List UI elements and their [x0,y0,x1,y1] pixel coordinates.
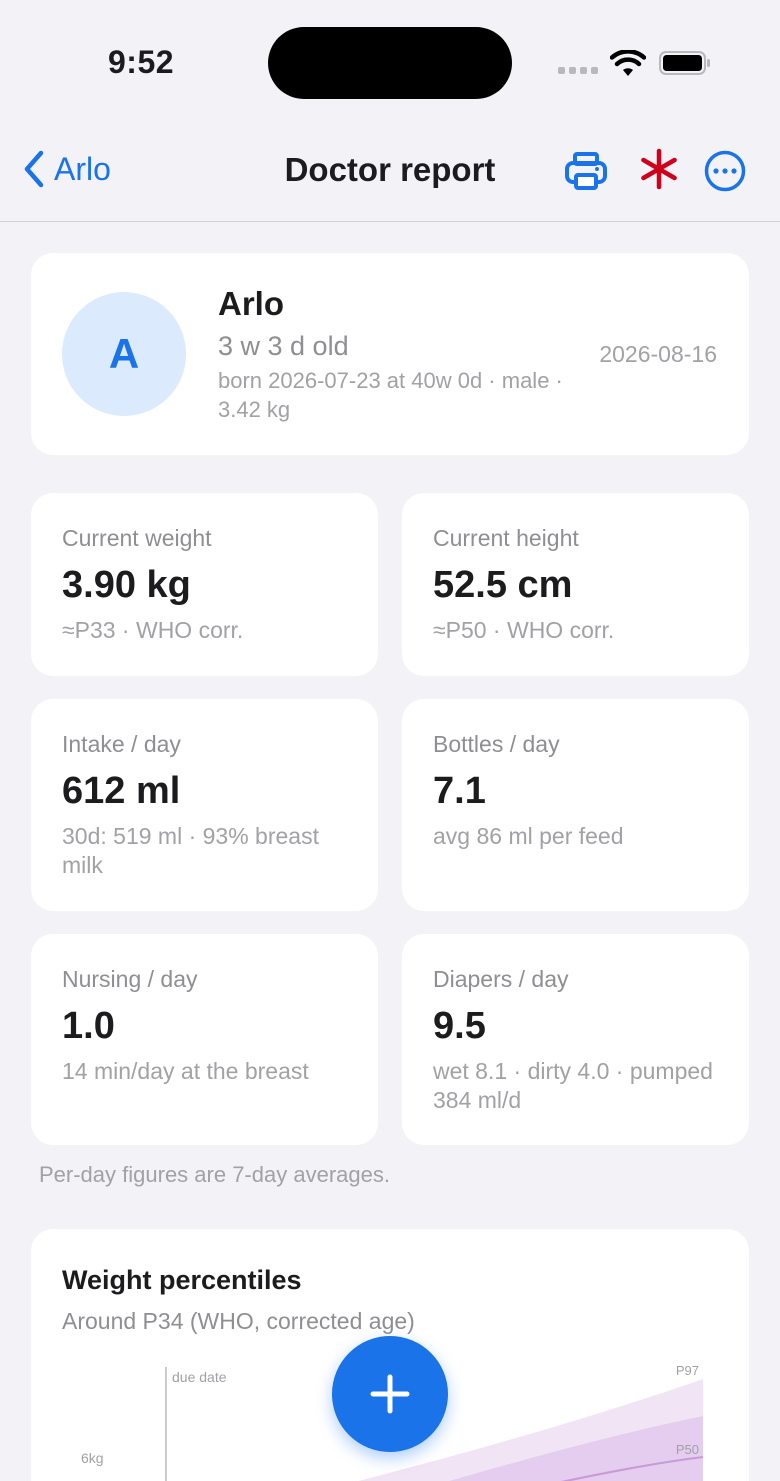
stat-subtext: ≈P50 · WHO corr. [433,617,615,643]
printer-icon[interactable] [563,148,609,194]
status-time: 9:52 [108,44,175,80]
stat-label: Current height [433,525,579,551]
asterisk-icon[interactable] [636,146,682,192]
stat-value: 7.1 [433,770,486,812]
plus-icon [370,1374,410,1414]
stat-card-current-weight: Current weight 3.90 kg ≈P33 · WHO corr. [31,493,378,676]
profile-age: 3 w 3 d old [218,331,349,361]
stat-card-nursing: Nursing / day 1.0 14 min/day at the brea… [31,934,378,1145]
chart-subtitle: Around P34 (WHO, corrected age) [62,1308,415,1334]
add-entry-button[interactable] [332,1336,448,1452]
stat-value: 612 ml [62,770,181,812]
dynamic-island [268,27,512,99]
profile-name: Arlo [218,285,284,322]
averages-note: Per-day figures are 7-day averages. [39,1162,390,1187]
status-bar: 9:52 [0,0,780,124]
wifi-icon [610,50,646,76]
stat-value: 3.90 kg [62,564,191,606]
stat-subtext: avg 86 ml per feed [433,823,624,849]
back-label: Arlo [54,150,111,187]
stat-card-bottles: Bottles / day 7.1 avg 86 ml per feed [402,699,749,911]
profile-details: born 2026-07-23 at 40w 0d · male · 3.42 … [218,368,563,422]
chart-title: Weight percentiles [62,1265,302,1295]
stat-card-diapers: Diapers / day 9.5 wet 8.1 · dirty 4.0 · … [402,934,749,1145]
stat-subtext: ≈P33 · WHO corr. [62,617,244,643]
due-date-label: due date [172,1369,227,1385]
profile-card: A Arlo 3 w 3 d old born 2026-07-23 at 40… [31,253,749,455]
ellipsis-circle-icon[interactable] [704,150,746,192]
stat-value: 9.5 [433,1005,486,1047]
navigation-bar: Arlo Doctor report [0,124,780,222]
stat-subtext: wet 8.1 · dirty 4.0 · pumped 384 ml/d [433,1058,713,1113]
back-button[interactable]: Arlo [22,149,111,189]
stat-label: Bottles / day [433,731,560,757]
stat-value: 1.0 [62,1005,115,1047]
band-label-p50: P50 [676,1442,699,1457]
stat-value: 52.5 cm [433,564,573,606]
battery-icon [659,51,710,75]
stat-card-intake: Intake / day 612 ml 30d: 519 ml · 93% br… [31,699,378,911]
report-date: 2026-08-16 [599,341,717,367]
stat-label: Intake / day [62,731,181,757]
stat-card-current-height: Current height 52.5 cm ≈P50 · WHO corr. [402,493,749,676]
avatar: A [62,292,186,416]
stat-label: Diapers / day [433,966,569,992]
band-label-p97: P97 [676,1363,699,1378]
stat-label: Nursing / day [62,966,198,992]
stat-subtext: 14 min/day at the breast [62,1058,309,1084]
stat-subtext: 30d: 519 ml · 93% breast milk [62,823,319,878]
y-tick-label: 6kg [81,1450,104,1466]
cellular-signal-icon [558,67,598,74]
chevron-left-icon [24,150,44,188]
stat-label: Current weight [62,525,212,551]
